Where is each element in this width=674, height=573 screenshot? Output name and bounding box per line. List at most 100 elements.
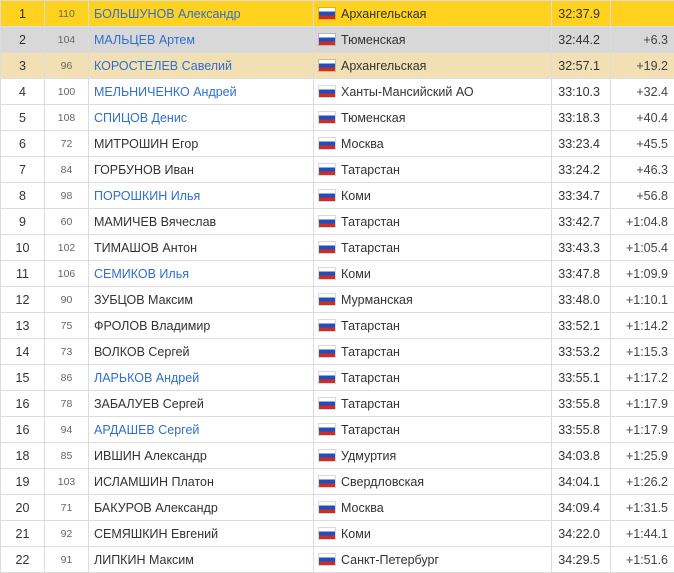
table-row: 960МАМИЧЕВ ВячеславТатарстан33:42.7+1:04… — [1, 209, 674, 235]
region-name: Татарстан — [341, 345, 400, 359]
athlete-name-cell: ФРОЛОВ Владимир — [89, 313, 314, 339]
region-cell: Удмуртия — [314, 443, 552, 469]
athlete-name-cell: ТИМАШОВ Антон — [89, 235, 314, 261]
time-cell: 33:24.2 — [552, 157, 611, 183]
bib-cell: 108 — [45, 105, 89, 131]
place-cell: 19 — [1, 469, 45, 495]
region-name: Татарстан — [341, 215, 400, 229]
athlete-name-cell: ЛАРЬКОВ Андрей — [89, 365, 314, 391]
table-row: 1586ЛАРЬКОВ АндрейТатарстан33:55.1+1:17.… — [1, 365, 674, 391]
bib-cell: 94 — [45, 417, 89, 443]
region-name: Татарстан — [341, 397, 400, 411]
region-name: Тюменская — [341, 111, 405, 125]
athlete-name-link[interactable]: БОЛЬШУНОВ Александр — [94, 7, 241, 21]
bib-cell: 71 — [45, 495, 89, 521]
region-name: Свердловская — [341, 475, 424, 489]
athlete-name-cell: БОЛЬШУНОВ Александр — [89, 1, 314, 27]
athlete-name: БАКУРОВ Александр — [94, 501, 218, 515]
place-cell: 20 — [1, 495, 45, 521]
gap-cell: +1:17.9 — [611, 417, 674, 443]
place-cell: 9 — [1, 209, 45, 235]
athlete-name-link[interactable]: ПОРОШКИН Илья — [94, 189, 200, 203]
gap-cell: +45.5 — [611, 131, 674, 157]
athlete-name-link[interactable]: МЕЛЬНИЧЕНКО Андрей — [94, 85, 237, 99]
athlete-name-link[interactable]: ЛАРЬКОВ Андрей — [94, 371, 199, 385]
athlete-name-cell: МИТРОШИН Егор — [89, 131, 314, 157]
region-name: Москва — [341, 137, 384, 151]
place-cell: 10 — [1, 235, 45, 261]
russia-flag-icon — [319, 112, 335, 123]
region-cell: Мурманская — [314, 287, 552, 313]
athlete-name-link[interactable]: КОРОСТЕЛЕВ Савелий — [94, 59, 232, 73]
bib-cell: 106 — [45, 261, 89, 287]
time-cell: 33:10.3 — [552, 79, 611, 105]
bib-cell: 84 — [45, 157, 89, 183]
russia-flag-icon — [319, 424, 335, 435]
gap-cell: +6.3 — [611, 27, 674, 53]
table-row: 2192СЕМЯШКИН ЕвгенийКоми34:22.0+1:44.1 — [1, 521, 674, 547]
athlete-name: ЗУБЦОВ Максим — [94, 293, 193, 307]
results-table: 1110БОЛЬШУНОВ АлександрАрхангельская32:3… — [0, 0, 674, 573]
table-row: 2071БАКУРОВ АлександрМосква34:09.4+1:31.… — [1, 495, 674, 521]
region-cell: Татарстан — [314, 313, 552, 339]
place-cell: 21 — [1, 521, 45, 547]
table-row: 1694АРДАШЕВ СергейТатарстан33:55.8+1:17.… — [1, 417, 674, 443]
gap-cell: +19.2 — [611, 53, 674, 79]
table-row: 4100МЕЛЬНИЧЕНКО АндрейХанты-Мансийский А… — [1, 79, 674, 105]
time-cell: 33:18.3 — [552, 105, 611, 131]
bib-cell: 96 — [45, 53, 89, 79]
table-row: 2104МАЛЬЦЕВ АртемТюменская32:44.2+6.3 — [1, 27, 674, 53]
region-cell: Санкт-Петербург — [314, 547, 552, 573]
athlete-name-link[interactable]: СПИЦОВ Денис — [94, 111, 187, 125]
table-row: 1375ФРОЛОВ ВладимирТатарстан33:52.1+1:14… — [1, 313, 674, 339]
region-name: Архангельская — [341, 59, 426, 73]
region-name: Татарстан — [341, 423, 400, 437]
place-cell: 8 — [1, 183, 45, 209]
table-row: 784ГОРБУНОВ ИванТатарстан33:24.2+46.3 — [1, 157, 674, 183]
athlete-name-link[interactable]: СЕМИКОВ Илья — [94, 267, 189, 281]
gap-cell: +56.8 — [611, 183, 674, 209]
russia-flag-icon — [319, 398, 335, 409]
table-row: 898ПОРОШКИН ИльяКоми33:34.7+56.8 — [1, 183, 674, 209]
region-name: Тюменская — [341, 33, 405, 47]
bib-cell: 73 — [45, 339, 89, 365]
region-cell: Архангельская — [314, 1, 552, 27]
russia-flag-icon — [319, 60, 335, 71]
table-row: 11106СЕМИКОВ ИльяКоми33:47.8+1:09.9 — [1, 261, 674, 287]
region-cell: Татарстан — [314, 339, 552, 365]
gap-cell: +1:14.2 — [611, 313, 674, 339]
region-cell: Архангельская — [314, 53, 552, 79]
region-cell: Тюменская — [314, 105, 552, 131]
bib-cell: 104 — [45, 27, 89, 53]
gap-cell: +1:44.1 — [611, 521, 674, 547]
region-cell: Коми — [314, 261, 552, 287]
time-cell: 33:23.4 — [552, 131, 611, 157]
bib-cell: 60 — [45, 209, 89, 235]
gap-cell: +1:26.2 — [611, 469, 674, 495]
gap-cell — [611, 1, 674, 27]
athlete-name: МАМИЧЕВ Вячеслав — [94, 215, 216, 229]
russia-flag-icon — [319, 8, 335, 19]
russia-flag-icon — [319, 320, 335, 331]
athlete-name-cell: ГОРБУНОВ Иван — [89, 157, 314, 183]
russia-flag-icon — [319, 528, 335, 539]
place-cell: 13 — [1, 313, 45, 339]
bib-cell: 72 — [45, 131, 89, 157]
gap-cell: +1:31.5 — [611, 495, 674, 521]
region-cell: Коми — [314, 521, 552, 547]
region-name: Архангельская — [341, 7, 426, 21]
athlete-name: ЗАБАЛУЕВ Сергей — [94, 397, 204, 411]
russia-flag-icon — [319, 164, 335, 175]
russia-flag-icon — [319, 242, 335, 253]
gap-cell: +1:51.6 — [611, 547, 674, 573]
region-name: Татарстан — [341, 163, 400, 177]
time-cell: 34:04.1 — [552, 469, 611, 495]
athlete-name: ТИМАШОВ Антон — [94, 241, 197, 255]
place-cell: 3 — [1, 53, 45, 79]
place-cell: 22 — [1, 547, 45, 573]
gap-cell: +40.4 — [611, 105, 674, 131]
time-cell: 34:09.4 — [552, 495, 611, 521]
place-cell: 15 — [1, 365, 45, 391]
athlete-name-link[interactable]: МАЛЬЦЕВ Артем — [94, 33, 195, 47]
athlete-name-link[interactable]: АРДАШЕВ Сергей — [94, 423, 199, 437]
